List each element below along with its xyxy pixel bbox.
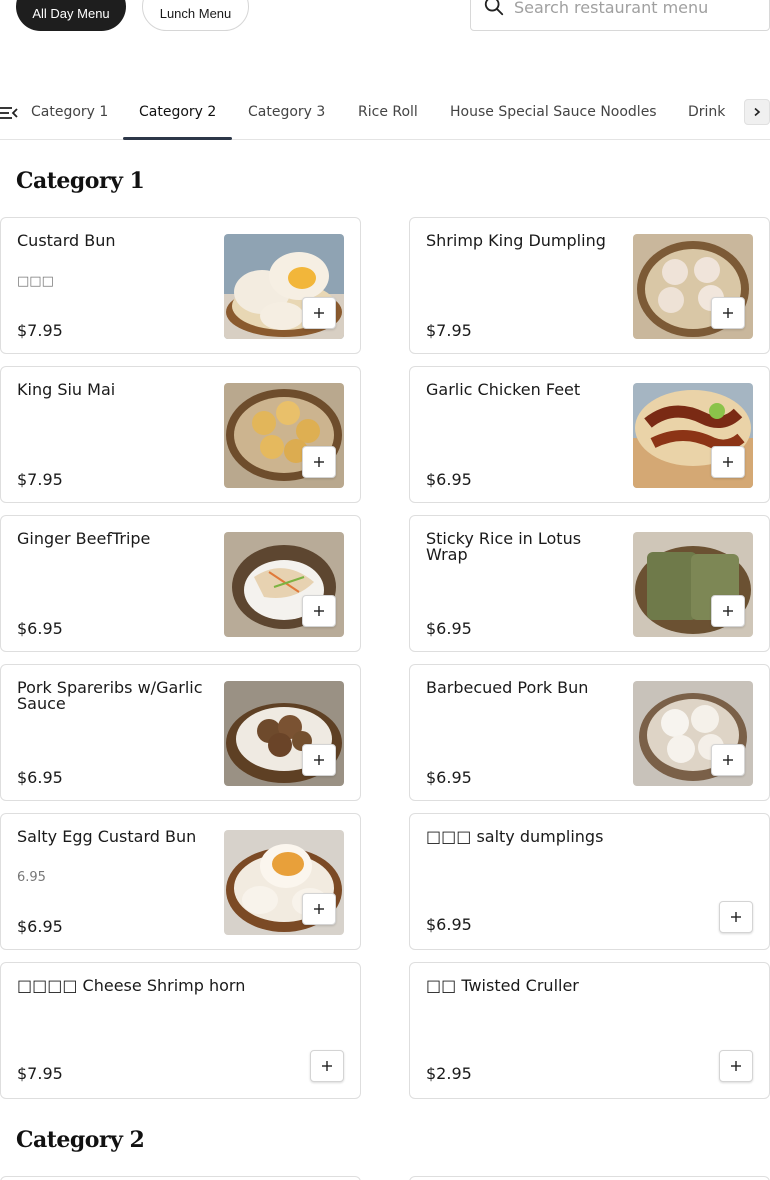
menu-item-card[interactable]: Pork Spareribs w/Garlic Sauce $6.95 xyxy=(0,664,361,801)
tab-house-special-sauce-noodles[interactable]: House Special Sauce Noodles xyxy=(450,104,657,120)
item-name: □□ Twisted Cruller xyxy=(426,976,579,995)
menu-lunch-button[interactable]: Lunch Menu xyxy=(142,0,249,31)
item-name: Custard Bun xyxy=(17,231,116,250)
search-input[interactable] xyxy=(514,0,754,17)
plus-icon xyxy=(314,904,324,914)
plus-icon xyxy=(731,1061,741,1071)
menu-all-day-button[interactable]: All Day Menu xyxy=(16,0,126,31)
menu-item-card[interactable]: □□□□ Cheese Shrimp horn $7.95 xyxy=(0,962,361,1099)
menu-item-card[interactable]: Shrimp King Dumpling $7.95 xyxy=(409,217,770,354)
tab-category-3[interactable]: Category 3 xyxy=(248,104,325,120)
item-name: King Siu Mai xyxy=(17,380,116,399)
nav-next-button[interactable] xyxy=(744,99,770,125)
add-item-button[interactable] xyxy=(711,595,745,627)
item-price: $6.95 xyxy=(426,470,472,489)
plus-icon xyxy=(314,755,324,765)
menu-item-card[interactable] xyxy=(409,1176,770,1180)
add-item-button[interactable] xyxy=(310,1050,344,1082)
plus-icon xyxy=(723,606,733,616)
item-price: $6.95 xyxy=(17,917,63,936)
plus-icon xyxy=(314,606,324,616)
menu-item-card[interactable]: Custard Bun □□□ $7.95 xyxy=(0,217,361,354)
add-item-button[interactable] xyxy=(302,744,336,776)
category-nav: Category 1 Category 2 Category 3 Rice Ro… xyxy=(0,87,770,140)
menu-item-card[interactable]: Ginger BeefTripe $6.95 xyxy=(0,515,361,652)
menu-item-card[interactable]: □□ Twisted Cruller $2.95 xyxy=(409,962,770,1099)
item-price: $7.95 xyxy=(17,1064,63,1083)
item-price: $7.95 xyxy=(17,321,63,340)
item-price: $6.95 xyxy=(426,915,472,934)
item-name: Barbecued Pork Bun xyxy=(426,678,589,697)
active-tab-indicator xyxy=(123,137,232,140)
item-name: Salty Egg Custard Bun xyxy=(17,827,197,846)
search-box[interactable] xyxy=(470,0,770,31)
item-name: Sticky Rice in Lotus Wrap xyxy=(426,529,582,564)
item-name: Shrimp King Dumpling xyxy=(426,231,606,250)
item-price: $6.95 xyxy=(17,619,63,638)
item-name: Pork Spareribs w/Garlic Sauce xyxy=(17,678,203,713)
item-price: $2.95 xyxy=(426,1064,472,1083)
item-name: □□□□ Cheese Shrimp horn xyxy=(17,976,246,995)
plus-icon xyxy=(322,1061,332,1071)
menu-item-card[interactable]: Barbecued Pork Bun $6.95 xyxy=(409,664,770,801)
add-item-button[interactable] xyxy=(719,901,753,933)
add-item-button[interactable] xyxy=(711,297,745,329)
item-price: $7.95 xyxy=(426,321,472,340)
item-name: Garlic Chicken Feet xyxy=(426,380,581,399)
tab-drink[interactable]: Drink xyxy=(688,104,725,120)
add-item-button[interactable] xyxy=(302,446,336,478)
plus-icon xyxy=(723,457,733,467)
item-price: $6.95 xyxy=(426,768,472,787)
menu-list-icon[interactable] xyxy=(0,105,18,121)
item-name: Ginger BeefTripe xyxy=(17,529,151,548)
tab-category-1[interactable]: Category 1 xyxy=(31,104,108,120)
add-item-button[interactable] xyxy=(302,297,336,329)
search-icon xyxy=(484,0,504,16)
menu-item-card[interactable] xyxy=(0,1176,361,1180)
menu-item-card[interactable]: Salty Egg Custard Bun 6.95 $6.95 xyxy=(0,813,361,950)
add-item-button[interactable] xyxy=(711,446,745,478)
menu-item-card[interactable]: King Siu Mai $7.95 xyxy=(0,366,361,503)
tab-category-2[interactable]: Category 2 xyxy=(139,104,216,120)
tab-rice-roll[interactable]: Rice Roll xyxy=(358,104,418,120)
menu-item-card[interactable]: Sticky Rice in Lotus Wrap $6.95 xyxy=(409,515,770,652)
tab-fade xyxy=(730,87,744,139)
plus-icon xyxy=(314,457,324,467)
add-item-button[interactable] xyxy=(719,1050,753,1082)
plus-icon xyxy=(314,308,324,318)
add-item-button[interactable] xyxy=(711,744,745,776)
add-item-button[interactable] xyxy=(302,595,336,627)
item-price: $6.95 xyxy=(426,619,472,638)
menu-item-card[interactable]: Garlic Chicken Feet $6.95 xyxy=(409,366,770,503)
item-description: □□□ xyxy=(17,274,54,289)
section-heading-category-2: Category 2 xyxy=(16,1127,145,1153)
plus-icon xyxy=(723,755,733,765)
item-price: $6.95 xyxy=(17,768,63,787)
item-name: □□□ salty dumplings xyxy=(426,827,604,846)
menu-item-card[interactable]: □□□ salty dumplings $6.95 xyxy=(409,813,770,950)
item-description: 6.95 xyxy=(17,870,46,885)
item-price: $7.95 xyxy=(17,470,63,489)
plus-icon xyxy=(723,308,733,318)
section-heading-category-1: Category 1 xyxy=(16,168,145,194)
add-item-button[interactable] xyxy=(302,893,336,925)
chevron-right-icon xyxy=(754,107,761,117)
plus-icon xyxy=(731,912,741,922)
